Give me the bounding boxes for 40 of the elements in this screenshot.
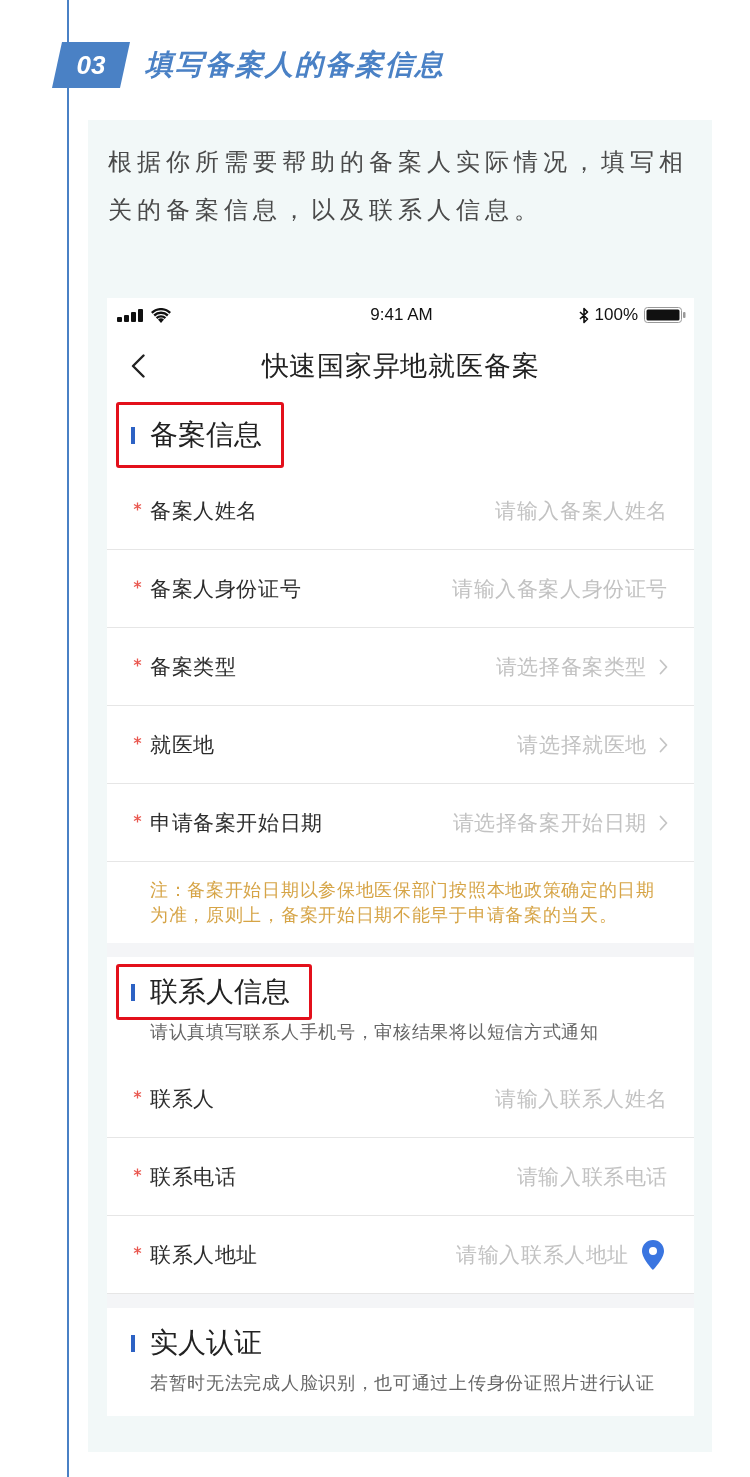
location-pin-icon[interactable] xyxy=(642,1239,664,1270)
chevron-right-icon xyxy=(659,814,668,831)
text-input[interactable]: 请输入联系人姓名 xyxy=(491,1086,668,1111)
back-icon[interactable] xyxy=(131,354,145,378)
section-title: 实人认证 xyxy=(150,1325,262,1361)
step-badge: 03 xyxy=(52,42,130,88)
field-label: 备案类型 xyxy=(150,653,237,681)
select-field[interactable]: 请选择备案开始日期 xyxy=(452,808,668,837)
field-label: 就医地 xyxy=(150,731,215,759)
chevron-right-icon xyxy=(659,658,668,675)
select-field[interactable]: 请选择就医地 xyxy=(517,730,668,759)
section-title: 联系人信息 xyxy=(150,974,290,1010)
text-input[interactable]: 请输入备案人身份证号 xyxy=(448,576,668,601)
text-input[interactable]: 请输入联系电话 xyxy=(512,1164,668,1189)
text-input[interactable]: 请输入备案人姓名 xyxy=(491,498,668,523)
section-bar-icon xyxy=(131,1334,135,1352)
signal-icon xyxy=(117,308,143,322)
status-time: 9:41 AM xyxy=(370,305,433,325)
section-bar-icon xyxy=(131,983,135,1001)
step-title: 填写备案人的备案信息 xyxy=(145,47,445,83)
section-title: 备案信息 xyxy=(150,417,262,453)
bluetooth-icon xyxy=(578,306,589,324)
field-label: 联系人 xyxy=(150,1085,215,1113)
select-field[interactable]: 请选择备案类型 xyxy=(495,652,668,681)
section-subtitle: 若暂时无法完成人脸识别，也可通过上传身份证照片进行认证 xyxy=(149,1371,656,1395)
text-input[interactable]: 请输入联系人地址 xyxy=(452,1242,629,1267)
wifi-icon xyxy=(151,307,171,323)
battery-icon xyxy=(644,307,686,323)
intro-text: 根据你所需要帮助的备案人实际情况，填写相关的备案信息，以及联系人信息。 xyxy=(107,147,689,226)
section-bar-icon xyxy=(131,426,135,444)
field-label: 联系人地址 xyxy=(150,1241,258,1269)
field-label: 备案人身份证号 xyxy=(150,575,302,603)
section-subtitle: 请认真填写联系人手机号，审核结果将以短信方式通知 xyxy=(149,1020,600,1044)
chevron-right-icon xyxy=(659,736,668,753)
battery-percent: 100% xyxy=(594,305,638,325)
field-label: 备案人姓名 xyxy=(150,497,258,525)
note-text: 注：备案开始日期以参保地医保部门按照本地政策确定的日期为准，原则上，备案开始日期不能早于申请备案的当天。 xyxy=(149,878,656,927)
field-label: 申请备案开始日期 xyxy=(150,809,323,837)
page-title: 快速国家异地就医备案 xyxy=(261,349,540,383)
field-label: 联系电话 xyxy=(150,1163,237,1191)
